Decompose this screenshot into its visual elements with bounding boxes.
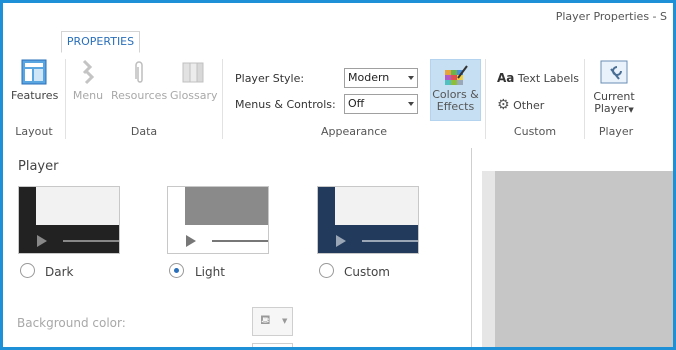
chevron-down-icon [408,76,414,80]
ribbon: Features Layout Menu Resources Glossary … [3,53,673,145]
glossary-button[interactable]: Glossary [170,59,218,102]
menu-button[interactable]: Menu [72,59,104,102]
theme-thumb-custom[interactable] [317,186,419,254]
current-player-button[interactable]: Current Player▼ [591,59,637,116]
menus-controls-label: Menus & Controls: [235,98,336,111]
theme-preview-dark [19,187,119,253]
current-player-label-line2: Player▼ [594,102,634,115]
theme-thumb-light[interactable] [167,186,269,254]
panel-heading: Player [18,159,59,174]
colors-effects-button[interactable]: Colors & Effects [430,59,481,121]
theme-radio-custom[interactable] [319,263,334,278]
chevron-down-icon [408,102,414,106]
gear-icon: ⚙ [497,97,510,113]
background-color-label: Background color: [17,316,126,330]
paperclip-icon [135,61,143,83]
background-color-button[interactable]: ⛾ ▼ [252,307,293,336]
app-window: Player Properties - S PROPERTIES Feature… [0,0,676,350]
secondary-color-button[interactable] [252,343,293,347]
player-wrench-icon [600,60,628,84]
group-label-custom: Custom [513,125,557,138]
colors-effects-label-line2: Effects [436,100,475,113]
theme-label-light: Light [195,265,225,279]
group-label-appearance: Appearance [320,125,388,138]
title-bar: Player Properties - S [3,3,673,29]
theme-preview-custom [318,187,418,253]
features-button[interactable]: Features [11,59,59,102]
color-palette-icon [444,65,468,85]
chevron-down-icon: ▼ [628,106,634,114]
window-title: Player Properties - S [555,10,667,23]
theme-radio-dark[interactable] [20,263,35,278]
menus-controls-select[interactable]: Off [344,94,418,114]
menu-icon [82,59,95,85]
text-labels-label: Text Labels [517,72,580,85]
theme-label-custom: Custom [344,265,390,279]
menus-controls-value: Off [348,97,365,110]
theme-label-dark: Dark [45,265,74,279]
tab-properties[interactable]: PROPERTIES [61,31,140,53]
player-style-select[interactable]: Modern [344,68,418,88]
menu-label: Menu [72,89,104,102]
glossary-label: Glossary [170,89,218,102]
player-preview [495,171,673,347]
features-icon [21,59,47,85]
properties-panel: Player Dark Light Custom Background colo… [3,144,673,347]
paint-bucket-icon: ⛾ [260,313,271,328]
theme-radio-light[interactable] [169,263,184,278]
text-labels-aa-icon: Aa [497,71,515,85]
theme-preview-light [168,187,268,253]
other-label: Other [513,99,545,112]
group-label-layout: Layout [15,125,53,138]
group-label-player: Player [598,125,634,138]
player-style-label: Player Style: [235,72,305,85]
resources-label: Resources [111,89,168,102]
ribbon-tab-row: PROPERTIES [3,29,673,54]
other-button[interactable]: ⚙ Other [497,97,544,113]
chevron-down-icon: ▼ [282,317,288,325]
group-label-data: Data [130,125,158,138]
text-labels-button[interactable]: Aa Text Labels [497,71,579,85]
panel-divider [471,148,472,347]
resources-button[interactable]: Resources [111,59,167,102]
theme-thumb-dark[interactable] [18,186,120,254]
player-style-value: Modern [348,71,390,84]
features-label: Features [11,89,59,102]
glossary-book-icon [182,62,204,83]
